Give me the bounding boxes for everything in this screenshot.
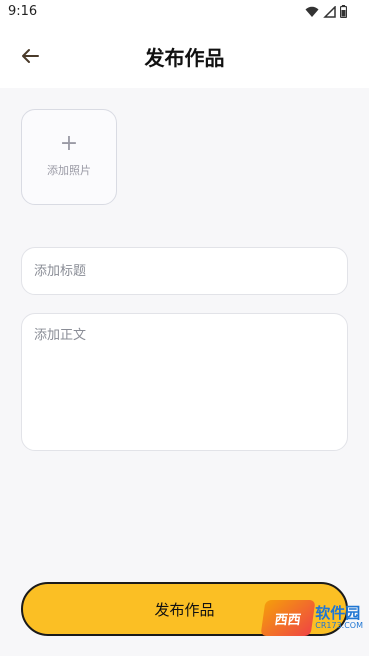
add-photo-label: 添加照片	[47, 164, 91, 177]
status-icons	[305, 5, 347, 18]
watermark-name: 软件园	[315, 604, 361, 623]
watermark-logo: 西西	[260, 600, 316, 636]
plus-icon: +	[59, 131, 79, 156]
signal-icon	[323, 5, 336, 18]
status-time: 9:16	[8, 4, 38, 19]
add-photo-button[interactable]: + 添加照片	[21, 109, 117, 205]
watermark: 西西 软件园 CR173.COM	[260, 600, 363, 636]
wifi-icon	[305, 6, 319, 17]
body-input[interactable]	[21, 313, 348, 451]
battery-icon	[340, 5, 347, 18]
page-title: 发布作品	[144, 46, 225, 70]
header: 发布作品	[0, 26, 369, 88]
title-input[interactable]	[21, 247, 348, 295]
publish-button-label: 发布作品	[154, 600, 215, 619]
watermark-text: 软件园 CR173.COM	[315, 605, 363, 630]
watermark-url: CR173.COM	[315, 620, 363, 630]
status-bar: 9:16	[0, 0, 369, 26]
